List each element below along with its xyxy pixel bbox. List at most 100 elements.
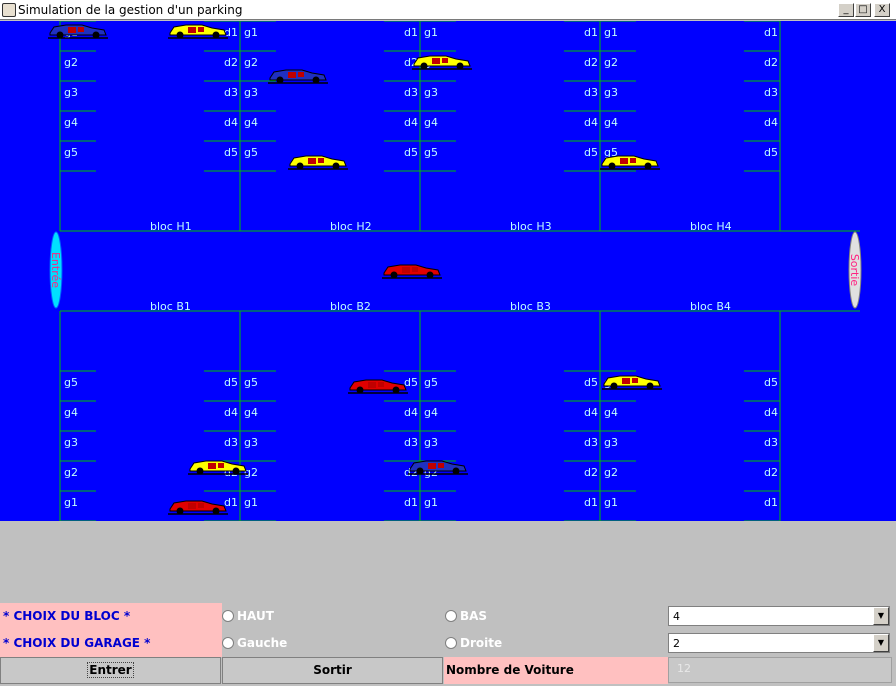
block-label-bottom: bloc B2: [330, 300, 371, 313]
slot-label-g5: g5: [424, 376, 438, 389]
slot-label-d5: d5: [224, 146, 238, 159]
empty-panel: [0, 521, 896, 603]
slot-label-d5: d5: [764, 146, 778, 159]
slot-label-g2: g2: [244, 56, 258, 69]
radio-haut-label: HAUT: [237, 609, 274, 623]
slot-label-d1: d1: [404, 496, 418, 509]
radio-bas[interactable]: BAS: [445, 609, 487, 623]
bloc-select[interactable]: 4 ▼: [668, 606, 890, 626]
slot-label-d1: d1: [224, 496, 238, 509]
slot-label-d5: d5: [224, 376, 238, 389]
slot-label-g4: g4: [424, 406, 438, 419]
radio-circle-icon[interactable]: [222, 610, 234, 622]
slot-label-d4: d4: [224, 116, 238, 129]
maximize-button[interactable]: □: [855, 3, 871, 17]
slot-label-d4: d4: [584, 116, 598, 129]
bloc-select-value: 4: [673, 610, 680, 623]
slot-label-g4: g4: [604, 406, 618, 419]
slot-label-d4: d4: [764, 116, 778, 129]
chevron-down-icon[interactable]: ▼: [873, 607, 889, 625]
slot-label-d2: d2: [224, 56, 238, 69]
slot-label-g3: g3: [604, 86, 618, 99]
slot-label-g5: g5: [244, 146, 258, 159]
slot-label-g4: g4: [244, 406, 258, 419]
slot-label-g4: g4: [604, 116, 618, 129]
title-bar: Simulation de la gestion d'un parking _ …: [0, 0, 896, 20]
slot-label-d5: d5: [584, 146, 598, 159]
slot-label-g2: g2: [64, 56, 78, 69]
slot-label-g1: g1: [244, 26, 258, 39]
radio-bas-label: BAS: [460, 609, 488, 623]
minimize-button[interactable]: _: [838, 3, 854, 17]
garage-choice-label: * CHOIX DU GARAGE *: [0, 630, 222, 657]
slot-label-g3: g3: [424, 86, 438, 99]
slot-label-g2: g2: [604, 466, 618, 479]
slot-label-g3: g3: [604, 436, 618, 449]
parking-lot: g1 d1 g5 d5 g2 d2 g4 d4 g3 d3 g3 d3 g4 d4 g2 d2 g5 d5 g1 d1…: [0, 21, 896, 521]
slot-label-d4: d4: [764, 406, 778, 419]
slot-label-g4: g4: [64, 406, 78, 419]
block-label-bottom: bloc B3: [510, 300, 551, 313]
slot-label-g2: g2: [244, 466, 258, 479]
car-count-field: 12: [668, 657, 892, 683]
radio-circle-icon[interactable]: [445, 637, 457, 649]
enter-button-label: Entrer: [87, 662, 134, 678]
radio-droite-label: Droite: [460, 636, 503, 650]
chevron-down-icon[interactable]: ▼: [873, 634, 889, 652]
slot-label-g2: g2: [604, 56, 618, 69]
slot-label-g5: g5: [64, 146, 78, 159]
slot-label-g5: g5: [424, 146, 438, 159]
slot-label-d2: d2: [764, 466, 778, 479]
slot-label-d1: d1: [404, 26, 418, 39]
slot-label-d1: d1: [764, 26, 778, 39]
block-label-top: bloc H1: [150, 220, 192, 233]
enter-button[interactable]: Entrer: [0, 657, 221, 684]
slot-label-g4: g4: [424, 116, 438, 129]
slot-label-d1: d1: [764, 496, 778, 509]
slot-label-d3: d3: [404, 86, 418, 99]
slot-label-d3: d3: [224, 86, 238, 99]
slot-label-g2: g2: [64, 466, 78, 479]
slot-label-g1: g1: [604, 26, 618, 39]
radio-haut[interactable]: HAUT: [222, 609, 274, 623]
slot-label-g4: g4: [244, 116, 258, 129]
block-label-bottom: bloc B4: [690, 300, 731, 313]
app-icon: [2, 3, 16, 17]
slot-label-g1: g1: [244, 496, 258, 509]
radio-circle-icon[interactable]: [222, 637, 234, 649]
slot-label-g3: g3: [424, 436, 438, 449]
radio-gauche-label: Gauche: [237, 636, 288, 650]
slot-label-d4: d4: [404, 116, 418, 129]
slot-label-d5: d5: [584, 376, 598, 389]
block-label-top: bloc H3: [510, 220, 552, 233]
slot-label-d2: d2: [584, 56, 598, 69]
slot-label-d4: d4: [404, 406, 418, 419]
entry-label: Entrée: [49, 252, 62, 288]
slot-label-d5: d5: [404, 376, 418, 389]
radio-gauche[interactable]: Gauche: [222, 636, 287, 650]
block-label-bottom: bloc B1: [150, 300, 191, 313]
slot-label-d5: d5: [404, 146, 418, 159]
radio-droite[interactable]: Droite: [445, 636, 502, 650]
slot-label-g3: g3: [64, 86, 78, 99]
slot-label-g5: g5: [64, 376, 78, 389]
garage-row: * CHOIX DU GARAGE * Gauche Droite 2 ▼: [0, 630, 896, 657]
block-label-top: bloc H4: [690, 220, 732, 233]
radio-circle-icon[interactable]: [445, 610, 457, 622]
window-title: Simulation de la gestion d'un parking: [18, 3, 243, 17]
slot-label-d1: d1: [584, 496, 598, 509]
slot-label-g3: g3: [244, 86, 258, 99]
block-label-top: bloc H2: [330, 220, 372, 233]
garage-select-value: 2: [673, 637, 680, 650]
slot-label-d3: d3: [404, 436, 418, 449]
close-button[interactable]: X: [874, 3, 890, 17]
slot-label-g3: g3: [64, 436, 78, 449]
garage-select[interactable]: 2 ▼: [668, 633, 890, 653]
lot-background: [0, 21, 896, 521]
slot-label-d3: d3: [764, 436, 778, 449]
slot-label-d3: d3: [764, 86, 778, 99]
exit-button[interactable]: Sortir: [222, 657, 443, 684]
exit-label: Sortie: [848, 254, 861, 287]
slot-label-d1: d1: [224, 26, 238, 39]
slot-label-g1: g1: [424, 26, 438, 39]
